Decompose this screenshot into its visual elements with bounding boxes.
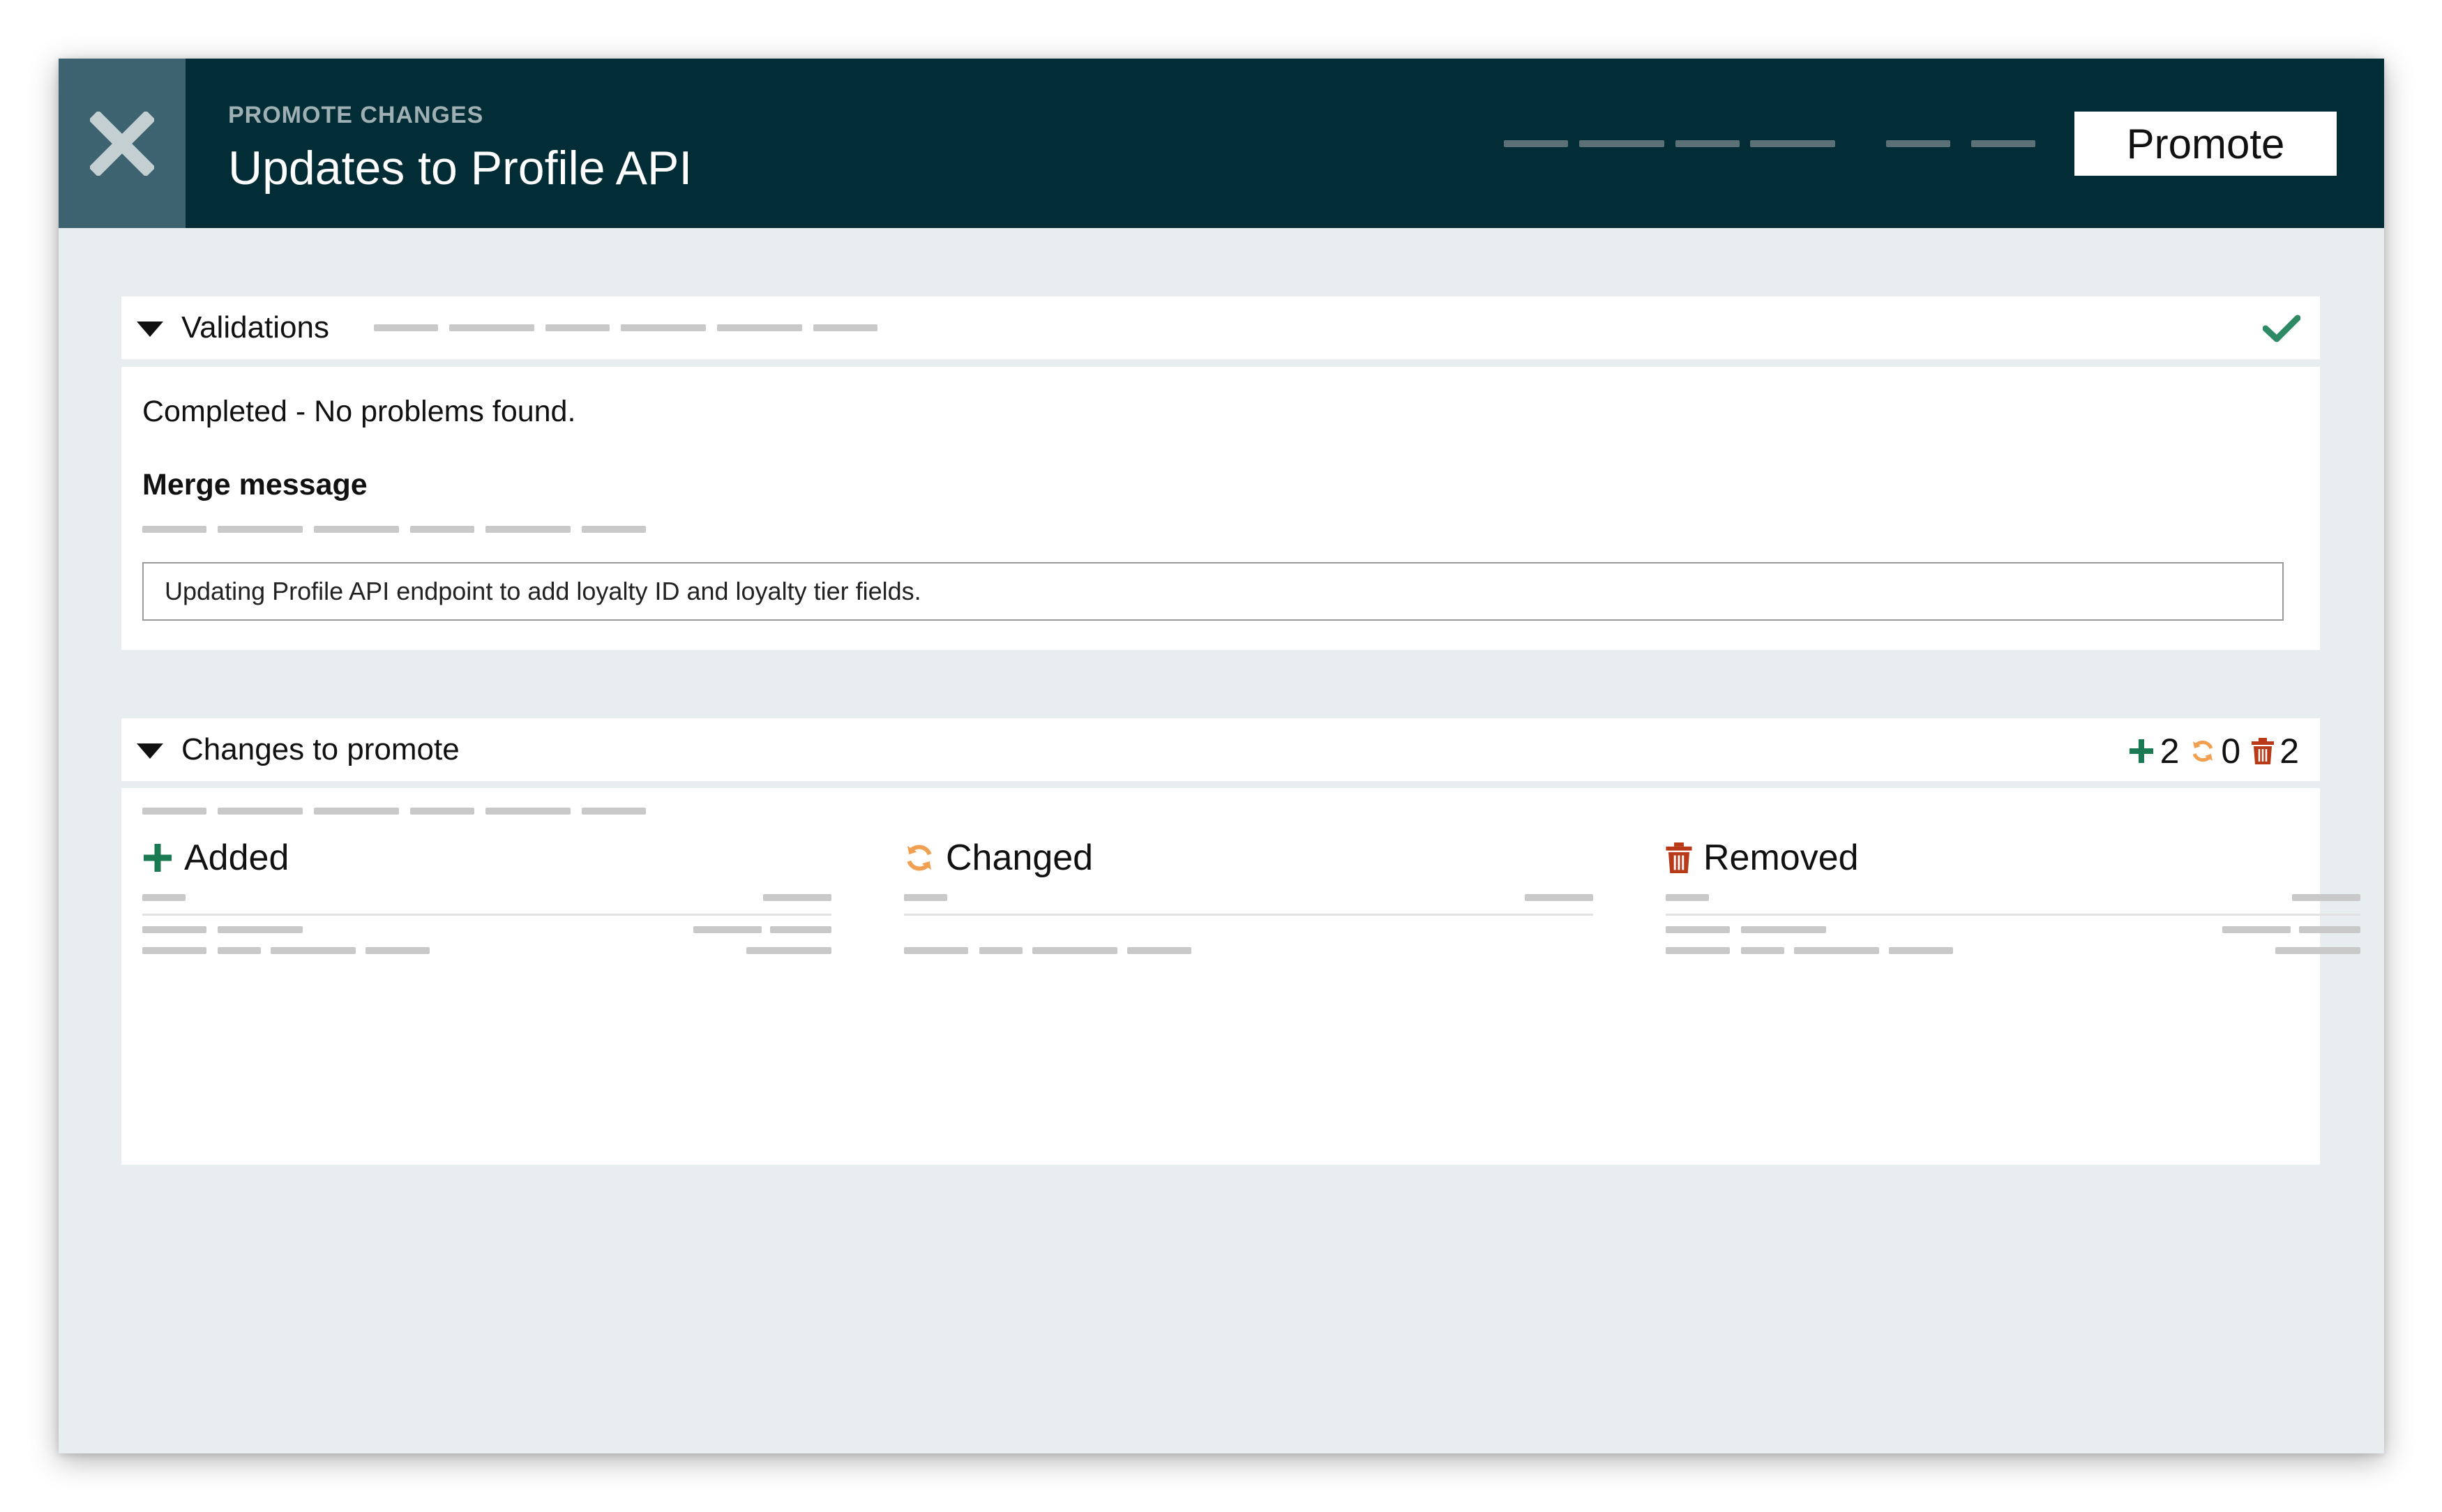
placeholder-line — [1666, 894, 1709, 901]
plus-icon — [144, 844, 172, 872]
added-count: 2 — [2160, 732, 2180, 771]
placeholder-line — [746, 947, 831, 954]
placeholder-line — [2222, 926, 2291, 933]
validations-header[interactable]: Validations — [121, 296, 2320, 359]
placeholder-line — [1971, 140, 2035, 147]
placeholder-line — [314, 526, 399, 533]
caret-down-icon — [137, 322, 163, 337]
check-icon — [2263, 315, 2300, 342]
placeholder-line — [142, 947, 206, 954]
changes-header[interactable]: Changes to promote 2 0 2 — [121, 718, 2320, 781]
placeholder-line — [142, 926, 206, 933]
placeholder-line — [770, 926, 831, 933]
close-icon — [90, 111, 154, 176]
promote-changes-window: PROMOTE CHANGES Updates to Profile API P… — [59, 59, 2384, 1453]
close-button[interactable] — [59, 59, 186, 228]
validations-body: Completed - No problems found. Merge mes… — [121, 367, 2320, 650]
changed-count: 0 — [2221, 732, 2241, 771]
added-label: Added — [184, 838, 289, 878]
placeholder-line — [582, 526, 646, 533]
change-counts: 2 0 2 — [2128, 731, 2299, 771]
header-bar: PROMOTE CHANGES Updates to Profile API P… — [59, 59, 2384, 228]
validation-status: Completed - No problems found. — [142, 395, 576, 428]
placeholder-line — [485, 808, 571, 815]
placeholder-line — [1675, 140, 1740, 147]
merge-message-label: Merge message — [142, 468, 368, 501]
placeholder-line — [2275, 947, 2360, 954]
merge-message-input[interactable] — [142, 562, 2284, 621]
divider — [904, 914, 1593, 916]
validations-title: Validations — [181, 310, 329, 345]
placeholder-line — [1889, 947, 1953, 954]
removed-heading: Removed — [1666, 837, 1859, 879]
placeholder-line — [365, 947, 430, 954]
placeholder-line — [1579, 140, 1664, 147]
changes-title: Changes to promote — [181, 732, 460, 766]
placeholder-line — [1741, 947, 1784, 954]
divider — [142, 914, 831, 916]
promote-button[interactable]: Promote — [2074, 112, 2337, 176]
placeholder-line — [314, 808, 399, 815]
divider — [1666, 914, 2360, 916]
placeholder-line — [2292, 894, 2360, 901]
placeholder-line — [582, 808, 646, 815]
placeholder-line — [218, 526, 303, 533]
trash-icon — [2252, 738, 2275, 764]
refresh-icon — [907, 845, 932, 871]
placeholder-line — [218, 808, 303, 815]
placeholder-line — [449, 324, 534, 331]
placeholder-line — [763, 894, 831, 901]
placeholder-line — [142, 526, 206, 533]
placeholder-line — [904, 947, 968, 954]
placeholder-line — [1127, 947, 1191, 954]
removed-count: 2 — [2279, 732, 2299, 771]
placeholder-line — [1741, 926, 1826, 933]
placeholder-line — [1504, 140, 1568, 147]
placeholder-line — [1666, 947, 1730, 954]
placeholder-line — [485, 526, 571, 533]
caret-down-icon — [137, 743, 163, 759]
placeholder-line — [2299, 926, 2360, 933]
placeholder-line — [1032, 947, 1117, 954]
header-eyebrow: PROMOTE CHANGES — [228, 102, 484, 128]
plus-icon — [2129, 739, 2153, 763]
placeholder-line — [410, 808, 474, 815]
removed-label: Removed — [1703, 838, 1859, 878]
changed-heading: Changed — [904, 837, 1093, 879]
placeholder-line — [218, 926, 303, 933]
placeholder-line — [1666, 926, 1730, 933]
placeholder-line — [1794, 947, 1879, 954]
placeholder-line — [904, 894, 947, 901]
placeholder-line — [693, 926, 762, 933]
placeholder-line — [142, 808, 206, 815]
placeholder-line — [218, 947, 261, 954]
placeholder-line — [717, 324, 802, 331]
placeholder-line — [813, 324, 877, 331]
changed-label: Changed — [946, 838, 1094, 878]
placeholder-line — [271, 947, 356, 954]
placeholder-line — [545, 324, 610, 331]
placeholder-line — [410, 526, 474, 533]
placeholder-line — [1750, 140, 1835, 147]
added-heading: Added — [142, 837, 289, 879]
page-title: Updates to Profile API — [228, 142, 693, 195]
placeholder-line — [979, 947, 1023, 954]
placeholder-line — [1886, 140, 1950, 147]
refresh-icon — [2193, 740, 2213, 762]
placeholder-line — [621, 324, 706, 331]
placeholder-line — [142, 894, 186, 901]
placeholder-line — [374, 324, 438, 331]
placeholder-line — [1525, 894, 1593, 901]
trash-icon — [1666, 842, 1692, 873]
changes-body: Added Changed Removed — [121, 788, 2360, 1165]
